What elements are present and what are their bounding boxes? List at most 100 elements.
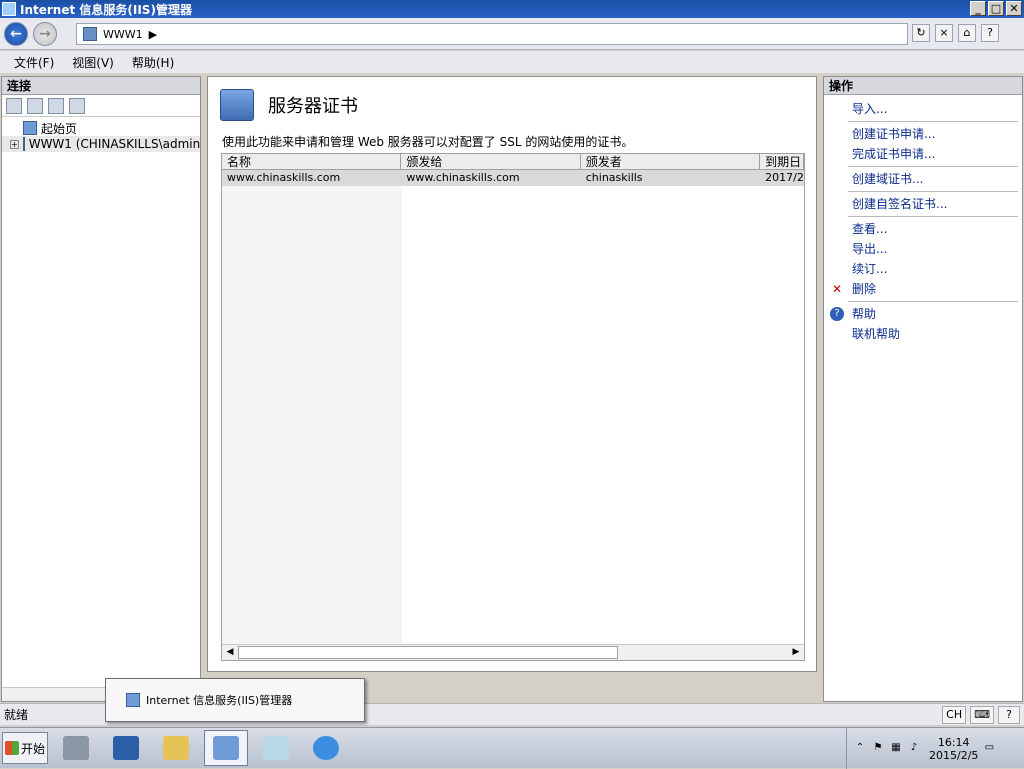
action-create-self-signed[interactable]: 创建自签名证书... bbox=[824, 194, 1022, 214]
scroll-left-icon[interactable]: ◀ bbox=[222, 645, 238, 660]
action-label: 创建证书申请... bbox=[852, 127, 936, 141]
forward-arrow-icon: → bbox=[39, 26, 51, 42]
connections-title: 连接 bbox=[2, 77, 200, 95]
powershell-icon bbox=[113, 736, 139, 760]
taskbar: 开始 ⌃ ⚑ ▦ ♪ 16:14 2015/2/5 ▭ bbox=[0, 727, 1024, 769]
back-arrow-icon: ← bbox=[10, 26, 22, 42]
breadcrumb-server[interactable]: WWW1 bbox=[103, 28, 143, 41]
cell-expiration: 2017/2 bbox=[765, 171, 804, 184]
taskbar-iis-manager[interactable] bbox=[204, 730, 248, 766]
refresh-icon[interactable]: ↻ bbox=[912, 24, 930, 42]
tree-item-start-page[interactable]: 起始页 bbox=[2, 120, 200, 136]
title-bar: Internet 信息服务(IIS)管理器 _ □ ✕ bbox=[0, 0, 1024, 18]
tree-item-www1[interactable]: + WWW1 (CHINASKILLS\administ bbox=[2, 136, 200, 152]
notepad-icon bbox=[263, 736, 289, 760]
action-label: 完成证书申请... bbox=[852, 147, 936, 161]
separator bbox=[848, 166, 1018, 167]
action-renew[interactable]: 续订... bbox=[824, 259, 1022, 279]
breadcrumb-arrow-icon[interactable]: ▶ bbox=[149, 28, 157, 41]
tree-item-label: WWW1 (CHINASKILLS\administ bbox=[28, 137, 200, 151]
action-create-request[interactable]: 创建证书申请... bbox=[824, 124, 1022, 144]
actions-title: 操作 bbox=[824, 77, 1022, 95]
status-help-icon[interactable]: ? bbox=[998, 706, 1020, 724]
action-label: 查看... bbox=[852, 222, 888, 236]
help-icon: ? bbox=[830, 307, 844, 321]
certificate-icon bbox=[220, 89, 254, 121]
menu-help[interactable]: 帮助(H) bbox=[132, 54, 174, 71]
keyboard-icon[interactable]: ⌨ bbox=[970, 706, 994, 724]
action-label: 续订... bbox=[852, 262, 888, 276]
action-label: 创建自签名证书... bbox=[852, 197, 948, 211]
separator bbox=[848, 121, 1018, 122]
action-center-flag-icon[interactable]: ⚑ bbox=[871, 742, 885, 756]
start-button[interactable]: 开始 bbox=[2, 732, 48, 764]
action-create-domain-cert[interactable]: 创建域证书... bbox=[824, 169, 1022, 189]
save-icon[interactable] bbox=[27, 97, 43, 114]
action-help[interactable]: ? 帮助 bbox=[824, 304, 1022, 324]
column-name[interactable]: 名称 bbox=[222, 154, 402, 169]
disconnect-icon[interactable] bbox=[69, 97, 85, 114]
server-icon bbox=[83, 27, 97, 41]
table-row[interactable]: www.chinaskills.com www.chinaskills.com … bbox=[222, 170, 804, 186]
action-delete[interactable]: ✕ 删除 bbox=[824, 279, 1022, 299]
menu-bar: 文件(F) 视图(V) 帮助(H) bbox=[0, 51, 1024, 73]
page-description: 使用此功能来申请和管理 Web 服务器可以对配置了 SSL 的网站使用的证书。 bbox=[222, 135, 634, 149]
action-label: 删除 bbox=[852, 282, 877, 296]
volume-icon[interactable]: ♪ bbox=[907, 742, 921, 756]
menu-view[interactable]: 视图(V) bbox=[72, 54, 114, 71]
address-bar[interactable]: WWW1 ▶ bbox=[76, 23, 908, 45]
minimize-button[interactable]: _ bbox=[970, 1, 986, 16]
action-import[interactable]: 导入... bbox=[824, 99, 1022, 119]
clock-date: 2015/2/5 bbox=[929, 748, 979, 762]
connect-icon[interactable] bbox=[6, 97, 22, 114]
status-text: 就绪 bbox=[4, 708, 29, 722]
forward-button[interactable]: → bbox=[33, 22, 57, 46]
column-issuer[interactable]: 颁发者 bbox=[581, 154, 761, 169]
menu-file[interactable]: 文件(F) bbox=[14, 54, 54, 71]
windows-logo-icon bbox=[4, 741, 19, 755]
taskbar-powershell[interactable] bbox=[104, 730, 148, 766]
taskbar-thumbnail-popup[interactable]: Internet 信息服务(IIS)管理器 bbox=[105, 678, 365, 722]
start-page-icon bbox=[23, 121, 37, 135]
show-hidden-icons-icon[interactable]: ⌃ bbox=[853, 742, 867, 756]
home-icon[interactable]: ⌂ bbox=[958, 24, 976, 42]
taskbar-server-manager[interactable] bbox=[54, 730, 98, 766]
clock[interactable]: 16:14 2015/2/5 bbox=[929, 736, 978, 762]
action-view[interactable]: 查看... bbox=[824, 219, 1022, 239]
action-export[interactable]: 导出... bbox=[824, 239, 1022, 259]
separator bbox=[848, 301, 1018, 302]
taskbar-explorer[interactable] bbox=[154, 730, 198, 766]
tree-item-label: 起始页 bbox=[41, 121, 78, 136]
server-node-icon bbox=[22, 137, 25, 151]
actions-panel: 操作 导入... 创建证书申请... 完成证书申请... 创建域证书... 创建… bbox=[823, 76, 1023, 702]
taskbar-notepad[interactable] bbox=[254, 730, 298, 766]
column-expiration[interactable]: 到期日 bbox=[760, 154, 804, 169]
table-header: 名称 颁发给 颁发者 到期日 bbox=[222, 154, 804, 170]
iis-app-icon bbox=[126, 693, 140, 707]
column-issued-to[interactable]: 颁发给 bbox=[401, 154, 581, 169]
close-button[interactable]: ✕ bbox=[1006, 1, 1022, 16]
expand-icon[interactable]: + bbox=[10, 139, 19, 149]
connections-tree: 起始页 + WWW1 (CHINASKILLS\administ bbox=[2, 117, 200, 152]
action-label: 导出... bbox=[852, 242, 888, 256]
table-scrollbar[interactable]: ◀ ▶ bbox=[222, 644, 804, 660]
maximize-button[interactable]: □ bbox=[988, 1, 1004, 16]
language-indicator[interactable]: CH bbox=[942, 706, 967, 724]
scroll-right-icon[interactable]: ▶ bbox=[788, 645, 804, 660]
taskbar-internet-explorer[interactable] bbox=[304, 730, 348, 766]
network-icon[interactable]: ▦ bbox=[889, 742, 903, 756]
up-icon[interactable] bbox=[48, 97, 64, 114]
popup-label: Internet 信息服务(IIS)管理器 bbox=[146, 694, 293, 707]
help-icon[interactable]: ? bbox=[981, 24, 999, 42]
action-label: 创建域证书... bbox=[852, 172, 924, 186]
cell-name: www.chinaskills.com bbox=[227, 171, 341, 184]
scroll-thumb[interactable] bbox=[238, 646, 618, 659]
show-desktop-icon[interactable]: ▭ bbox=[982, 742, 996, 756]
server-certificates-panel: 服务器证书 使用此功能来申请和管理 Web 服务器可以对配置了 SSL 的网站使… bbox=[207, 76, 817, 672]
stop-icon[interactable]: × bbox=[935, 24, 953, 42]
action-complete-request[interactable]: 完成证书申请... bbox=[824, 144, 1022, 164]
action-online-help[interactable]: 联机帮助 bbox=[824, 324, 1022, 344]
server-manager-icon bbox=[63, 736, 89, 760]
back-button[interactable]: ← bbox=[4, 22, 28, 46]
